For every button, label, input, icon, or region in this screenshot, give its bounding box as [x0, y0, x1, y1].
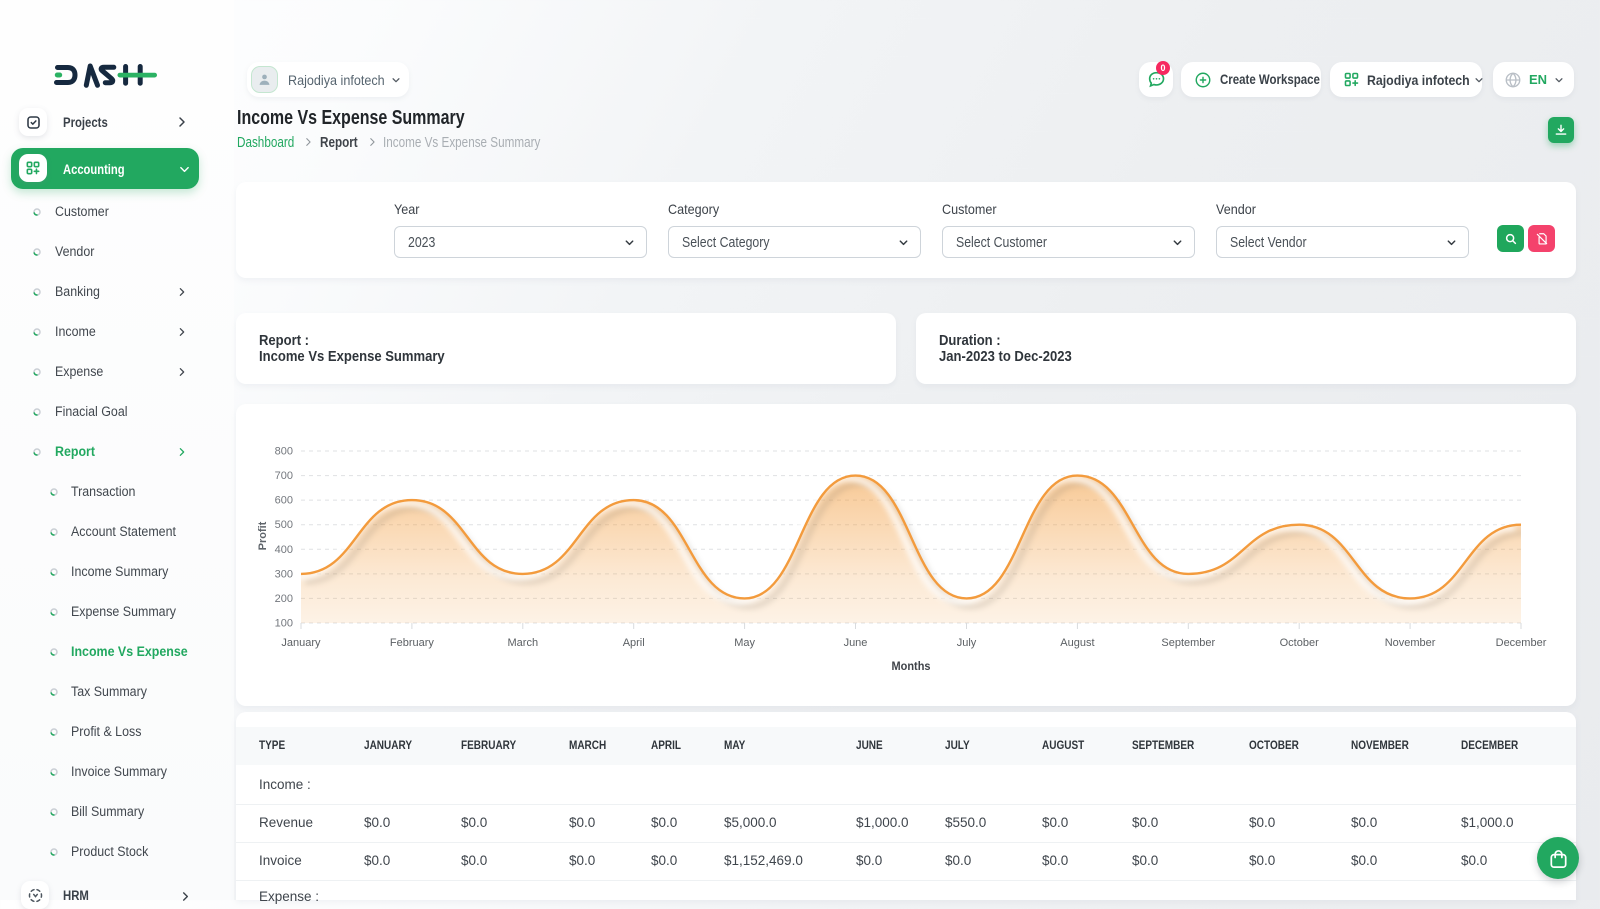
svg-text:July: July — [957, 637, 977, 649]
svg-text:500: 500 — [275, 519, 293, 531]
svg-text:March: March — [508, 637, 539, 649]
svg-text:200: 200 — [275, 593, 293, 605]
svg-text:February: February — [390, 637, 435, 649]
svg-text:700: 700 — [275, 470, 293, 482]
svg-text:October: October — [1280, 637, 1319, 649]
svg-text:Profit: Profit — [257, 521, 269, 550]
svg-text:September: September — [1161, 637, 1215, 649]
svg-text:100: 100 — [275, 618, 293, 630]
svg-text:May: May — [734, 637, 755, 649]
svg-text:300: 300 — [275, 568, 293, 580]
svg-text:April: April — [623, 637, 645, 649]
svg-text:January: January — [281, 637, 321, 649]
svg-text:November: November — [1385, 637, 1436, 649]
svg-text:December: December — [1496, 637, 1547, 649]
svg-text:August: August — [1060, 637, 1094, 649]
svg-text:June: June — [844, 637, 868, 649]
svg-text:800: 800 — [275, 446, 293, 458]
svg-text:400: 400 — [275, 544, 293, 556]
svg-text:600: 600 — [275, 495, 293, 507]
svg-text:Months: Months — [892, 659, 931, 673]
